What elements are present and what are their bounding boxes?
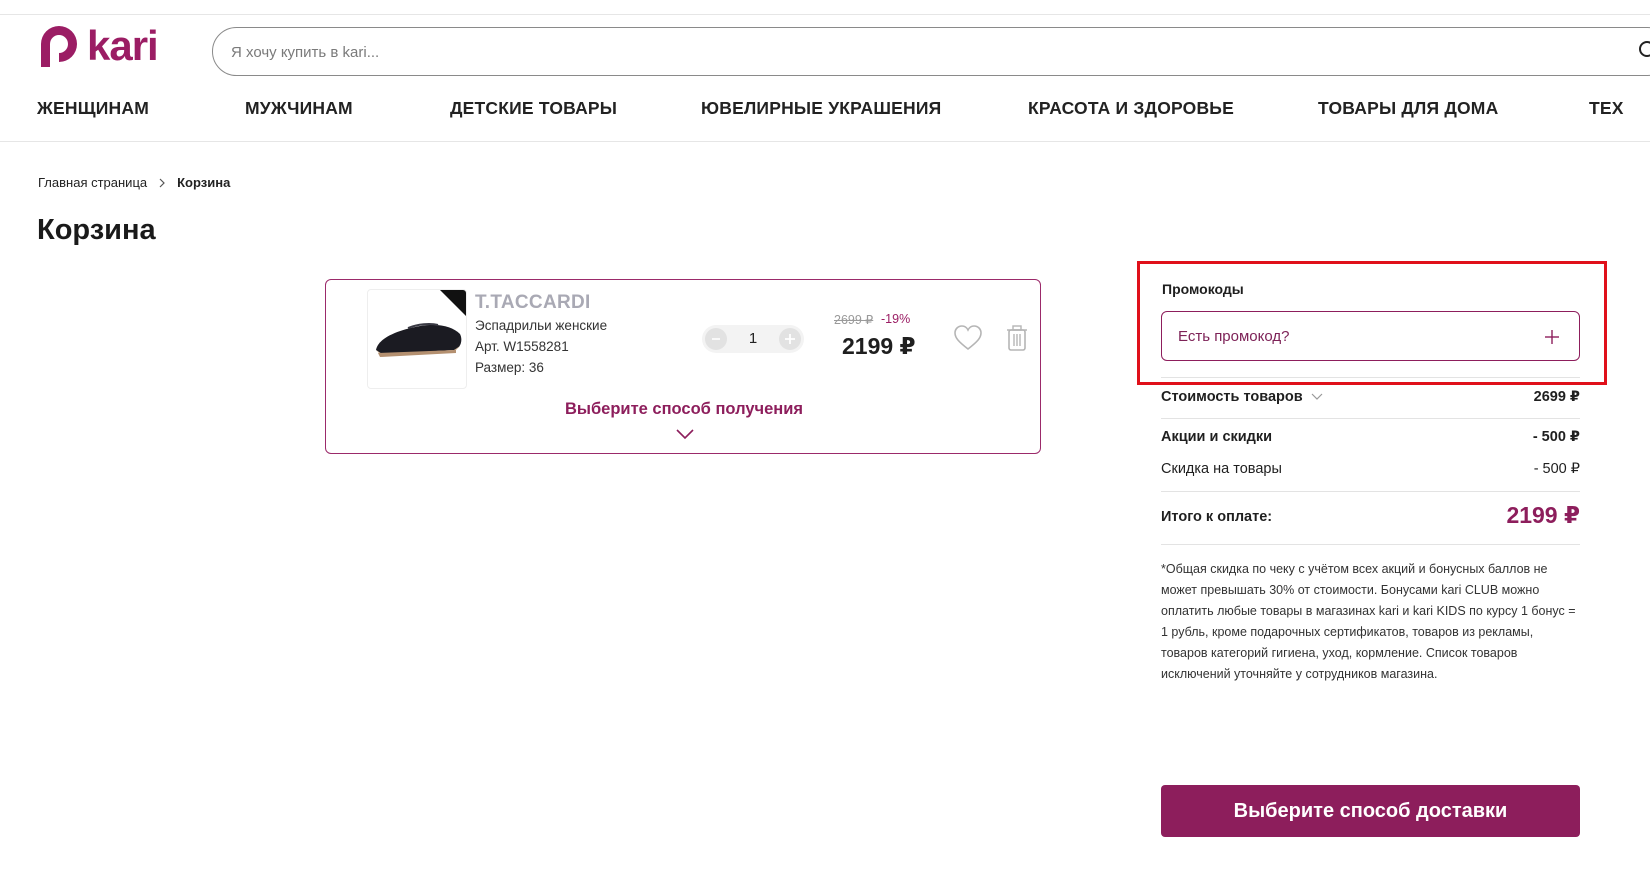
chevron-down-icon[interactable] xyxy=(675,428,695,440)
summary-divider xyxy=(1161,377,1580,378)
summary-divider xyxy=(1161,491,1580,492)
current-price: 2199 ₽ xyxy=(842,333,916,359)
summary-divider xyxy=(1161,544,1580,545)
kari-logo-mark: kari xyxy=(41,22,159,69)
page-title: Корзина xyxy=(37,214,156,246)
search-input[interactable] xyxy=(231,40,1531,64)
nav-item-jewelry[interactable]: ЮВЕЛИРНЫЕ УКРАШЕНИЯ xyxy=(701,98,941,119)
product-sku: Арт. W1558281 xyxy=(475,339,569,354)
search-icon[interactable] xyxy=(1637,39,1650,63)
item-discount-value: - 500 ₽ xyxy=(1533,461,1580,477)
product-image[interactable] xyxy=(367,289,467,389)
corner-badge-icon xyxy=(440,290,466,316)
search-bar[interactable] xyxy=(212,27,1650,76)
nav-item-men[interactable]: МУЖЧИНАМ xyxy=(245,98,353,119)
product-name: Эспадрильи женские xyxy=(475,318,608,333)
summary-divider xyxy=(1161,418,1580,419)
old-price: 2699 ₽ xyxy=(834,313,874,327)
kari-logo-text: kari xyxy=(87,22,158,69)
product-brand[interactable]: T.TACCARDI xyxy=(475,292,591,314)
cart-item-card: T.TACCARDI Эспадрильи женские Арт. W1558… xyxy=(325,279,1041,454)
quantity-increase-button[interactable] xyxy=(779,328,801,350)
breadcrumb-home[interactable]: Главная страница xyxy=(38,175,147,190)
item-discount-label: Скидка на товары xyxy=(1161,461,1282,477)
nav-item-home[interactable]: ТОВАРЫ ДЛЯ ДОМА xyxy=(1318,98,1498,119)
promos-value: - 500 ₽ xyxy=(1532,429,1580,445)
choose-delivery-button[interactable]: Выберите способ доставки xyxy=(1161,785,1580,837)
main-nav: ЖЕНЩИНАМ МУЖЧИНАМ ДЕТСКИЕ ТОВАРЫ ЮВЕЛИРН… xyxy=(0,96,1650,142)
kari-logo[interactable]: kari xyxy=(37,22,182,70)
total-value: 2199 ₽ xyxy=(1506,502,1580,528)
breadcrumb-current: Корзина xyxy=(177,175,231,190)
product-size: Размер: 36 xyxy=(475,360,544,375)
plus-icon xyxy=(785,334,795,344)
nav-item-tech[interactable]: ТЕХ xyxy=(1589,98,1624,119)
goods-value: 2699 ₽ xyxy=(1533,389,1580,405)
promos-label: Акции и скидки xyxy=(1161,429,1273,445)
breadcrumb: Главная страница Корзина xyxy=(38,175,230,190)
pickup-method-toggle[interactable]: Выберите способ получения xyxy=(326,400,1042,419)
total-label: Итого к оплате: xyxy=(1161,509,1273,525)
goods-label: Стоимость товаров xyxy=(1161,389,1303,405)
nav-item-kids[interactable]: ДЕТСКИЕ ТОВАРЫ xyxy=(450,98,617,119)
nav-item-beauty[interactable]: КРАСОТА И ЗДОРОВЬЕ xyxy=(1028,98,1234,119)
discount-disclaimer: *Общая скидка по чеку с учётом всех акци… xyxy=(1161,562,1576,681)
highlight-box xyxy=(1137,261,1607,385)
chevron-right-icon xyxy=(159,178,165,187)
nav-item-women[interactable]: ЖЕНЩИНАМ xyxy=(37,98,149,119)
quantity-stepper: 1 xyxy=(702,325,804,353)
goods-label-wrap[interactable]: Стоимость товаров xyxy=(1161,389,1323,405)
heart-icon[interactable] xyxy=(953,324,983,352)
trash-icon[interactable] xyxy=(1005,324,1029,352)
discount-percent: -19% xyxy=(881,312,911,326)
header-top-divider xyxy=(0,14,1650,15)
chevron-down-icon xyxy=(1311,393,1323,401)
